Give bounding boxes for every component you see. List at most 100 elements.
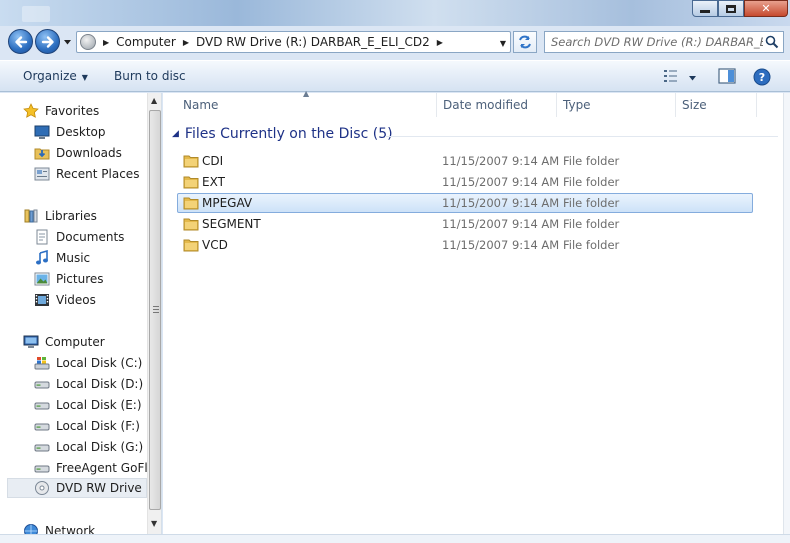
breadcrumb-dvd-drive[interactable]: DVD RW Drive (R:) DARBAR_E_ELI_CD2 — [196, 35, 430, 49]
dvd-drive-icon — [80, 34, 96, 50]
file-row-selected[interactable]: MPEGAV 11/15/2007 9:14 AM File folder — [177, 193, 753, 213]
file-date: 11/15/2007 9:14 AM — [442, 175, 560, 189]
window-controls: ✕ — [692, 0, 788, 17]
search-icon[interactable] — [765, 35, 779, 49]
file-list-pane: Name ▲ Date modified Type Size ◢ Files C… — [163, 89, 790, 543]
nav-videos[interactable]: Videos — [34, 290, 161, 310]
file-row[interactable]: SEGMENT 11/15/2007 9:14 AM File folder — [177, 214, 753, 234]
nav-recent-places-label: Recent Places — [56, 167, 140, 181]
group-title: Files Currently on the Disc (5) — [184, 126, 393, 142]
nav-local-disk-e[interactable]: Local Disk (E:) — [34, 395, 161, 415]
nav-documents[interactable]: Documents — [34, 227, 161, 247]
folder-icon — [183, 196, 199, 213]
breadcrumb-computer[interactable]: Computer — [116, 35, 176, 49]
breadcrumb-separator-icon[interactable]: ▶ — [437, 38, 443, 47]
nav-dvd-rw-drive-label: DVD RW Drive (R: — [56, 481, 146, 495]
nav-local-disk-c[interactable]: Local Disk (C:) — [34, 353, 161, 373]
organize-menu[interactable]: Organize ▼ — [23, 69, 88, 83]
pictures-icon — [34, 271, 50, 287]
minimize-icon — [700, 10, 710, 13]
file-row[interactable]: CDI 11/15/2007 9:14 AM File folder — [177, 151, 753, 171]
column-header-date-modified[interactable]: Date modified — [437, 93, 557, 117]
search-box — [544, 31, 784, 53]
command-bar: Organize ▼ Burn to disc ? — [0, 60, 790, 92]
scroll-down-icon[interactable]: ▼ — [151, 519, 157, 528]
nav-downloads[interactable]: Downloads — [34, 143, 161, 163]
nav-pictures-label: Pictures — [56, 272, 104, 286]
collapse-group-icon[interactable]: ◢ — [172, 129, 179, 139]
nav-libraries-label: Libraries — [45, 209, 97, 223]
file-type: File folder — [563, 175, 620, 189]
chevron-down-icon — [689, 76, 696, 81]
nav-local-disk-g-label: Local Disk (G:) — [56, 440, 144, 454]
search-input[interactable] — [551, 35, 763, 49]
back-button[interactable] — [8, 29, 33, 54]
nav-favorites[interactable]: Favorites — [23, 101, 161, 121]
minimize-button[interactable] — [692, 0, 718, 17]
nav-desktop[interactable]: Desktop — [34, 122, 161, 142]
file-type: File folder — [563, 154, 620, 168]
group-header[interactable]: ◢ Files Currently on the Disc (5) — [172, 126, 393, 142]
close-button[interactable]: ✕ — [744, 0, 788, 17]
computer-icon — [23, 334, 39, 350]
burn-to-disc-button[interactable]: Burn to disc — [114, 69, 186, 83]
view-options-dropdown[interactable] — [688, 71, 697, 85]
organize-label: Organize — [23, 69, 77, 83]
refresh-button[interactable] — [513, 31, 537, 53]
maximize-button[interactable] — [718, 0, 744, 17]
external-drive-icon — [34, 460, 50, 476]
nav-freeagent-goflex[interactable]: FreeAgent GoFlex — [34, 458, 161, 478]
scroll-thumb[interactable] — [149, 110, 161, 510]
file-name: MPEGAV — [202, 196, 253, 210]
close-icon: ✕ — [761, 2, 771, 15]
nav-computer[interactable]: Computer — [23, 332, 161, 352]
file-date: 11/15/2007 9:14 AM — [442, 238, 560, 252]
file-name: SEGMENT — [202, 217, 261, 231]
sort-ascending-icon: ▲ — [303, 89, 310, 98]
nav-pictures[interactable]: Pictures — [34, 269, 161, 289]
dvd-drive-icon — [34, 480, 50, 496]
file-date: 11/15/2007 9:14 AM — [442, 154, 560, 168]
file-row[interactable]: VCD 11/15/2007 9:14 AM File folder — [177, 235, 753, 255]
change-view-button[interactable] — [663, 68, 679, 87]
hard-drive-icon — [34, 397, 50, 413]
content-scrollbar[interactable] — [783, 93, 790, 543]
desktop-icon — [34, 124, 50, 140]
nav-music[interactable]: Music — [34, 248, 161, 268]
file-type: File folder — [563, 238, 620, 252]
nav-local-disk-g[interactable]: Local Disk (G:) — [34, 437, 161, 457]
nav-local-disk-d-label: Local Disk (D:) — [56, 377, 144, 391]
scroll-up-icon[interactable]: ▲ — [151, 96, 157, 105]
address-dropdown-icon[interactable]: ▼ — [500, 39, 506, 48]
nav-recent-places[interactable]: Recent Places — [34, 164, 161, 184]
forward-button[interactable] — [35, 29, 60, 54]
file-row[interactable]: EXT 11/15/2007 9:14 AM File folder — [177, 172, 753, 192]
address-row: ▶ Computer ▶ DVD RW Drive (R:) DARBAR_E_… — [0, 27, 790, 59]
nav-dvd-rw-drive[interactable]: DVD RW Drive (R: — [7, 478, 147, 498]
preview-pane-icon — [718, 68, 736, 84]
file-type: File folder — [563, 217, 620, 231]
hard-drive-icon — [34, 439, 50, 455]
nav-local-disk-f[interactable]: Local Disk (F:) — [34, 416, 161, 436]
nav-libraries[interactable]: Libraries — [23, 206, 161, 226]
folder-icon — [183, 217, 199, 234]
column-header-size[interactable]: Size — [676, 93, 757, 117]
svg-text:?: ? — [759, 71, 765, 84]
breadcrumb-separator-icon[interactable]: ▶ — [183, 38, 189, 47]
preview-pane-button[interactable] — [718, 68, 736, 87]
file-name: VCD — [202, 238, 228, 252]
breadcrumb-separator-icon[interactable]: ▶ — [103, 38, 109, 47]
nav-local-disk-d[interactable]: Local Disk (D:) — [34, 374, 161, 394]
help-button[interactable]: ? — [753, 68, 771, 89]
nav-favorites-label: Favorites — [45, 104, 100, 118]
file-name: CDI — [202, 154, 224, 168]
back-arrow-icon — [14, 35, 27, 48]
recent-pages-dropdown[interactable] — [63, 38, 72, 46]
nav-downloads-label: Downloads — [56, 146, 122, 160]
downloads-icon — [34, 145, 50, 161]
column-header-type[interactable]: Type — [557, 93, 676, 117]
burn-to-disc-label: Burn to disc — [114, 69, 186, 83]
address-bar[interactable]: ▶ Computer ▶ DVD RW Drive (R:) DARBAR_E_… — [76, 31, 511, 53]
nav-scrollbar[interactable]: ▲ ▼ — [147, 93, 161, 543]
title-bar-ghost — [22, 6, 50, 22]
